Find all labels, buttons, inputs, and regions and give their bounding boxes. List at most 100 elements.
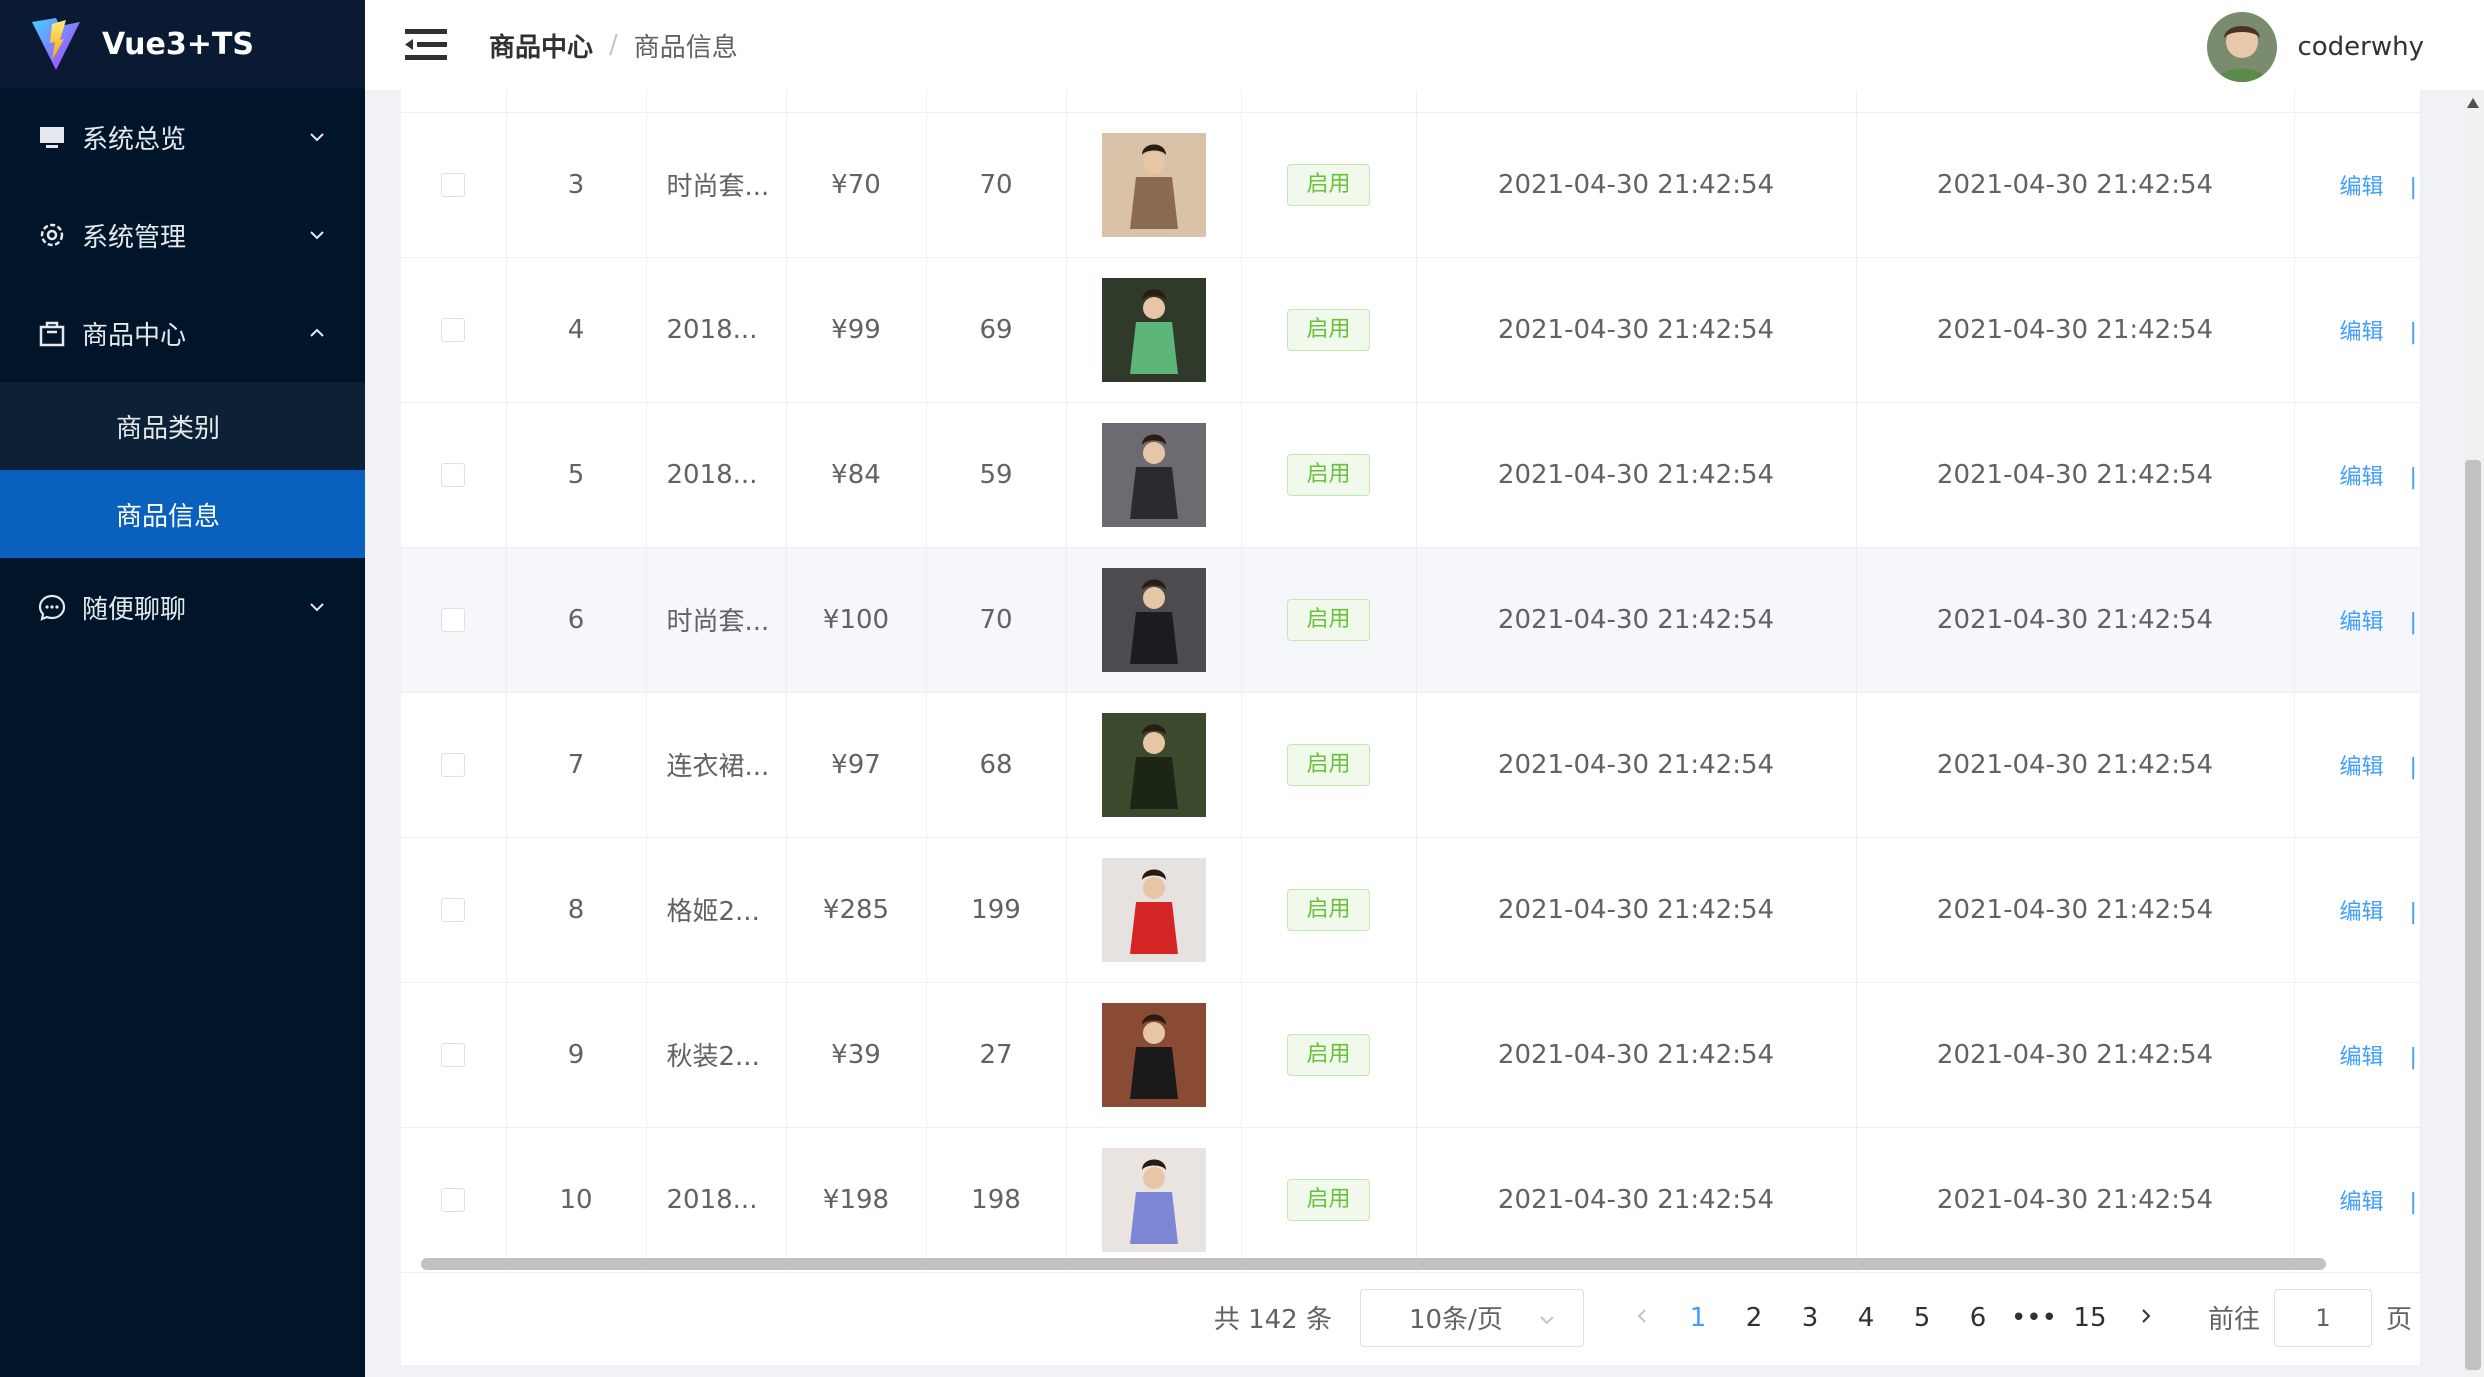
- goto-page-input[interactable]: [2273, 1288, 2372, 1347]
- table-row[interactable]: 8 格姬2... ¥285 199 启用 2021-04-30 21:42:54…: [401, 837, 2421, 983]
- status-cell: 启用: [1241, 402, 1417, 548]
- more-pages-ellipsis[interactable]: •••: [2006, 1303, 2062, 1333]
- page-button-last[interactable]: 15: [2062, 1303, 2118, 1333]
- delete-link-clipped[interactable]: |: [2410, 465, 2417, 490]
- table-row[interactable]: 9 秋装2... ¥39 27 启用 2021-04-30 21:42:54 2…: [401, 982, 2421, 1128]
- page-button-6[interactable]: 6: [1950, 1303, 2006, 1333]
- table-row[interactable]: 5 2018... ¥84 59 启用 2021-04-30 21:42:54 …: [401, 402, 2421, 548]
- user-info[interactable]: coderwhy: [2207, 12, 2424, 82]
- menu-fold-icon[interactable]: [405, 27, 447, 63]
- scrollbar-thumb[interactable]: [2465, 460, 2481, 1370]
- page-button-1[interactable]: 1: [1670, 1303, 1726, 1333]
- row-checkbox[interactable]: [441, 317, 466, 342]
- name-cell: 秋装2...: [646, 982, 787, 1128]
- edit-link[interactable]: 编辑: [2340, 1045, 2384, 1070]
- actions-cell: 编辑 |: [2294, 112, 2421, 258]
- shopping-bag-icon: [39, 321, 65, 347]
- chevron-down-icon: [310, 231, 324, 240]
- image-cell: [1066, 112, 1242, 258]
- name-cell: 时尚套...: [646, 547, 787, 693]
- delete-link-clipped[interactable]: |: [2410, 610, 2417, 635]
- status-badge: 启用: [1287, 598, 1370, 641]
- status-badge: 启用: [1287, 1033, 1370, 1076]
- edit-link[interactable]: 编辑: [2340, 610, 2384, 635]
- menu-item-chat[interactable]: 随便聊聊: [0, 558, 365, 656]
- product-thumbnail-icon[interactable]: [1101, 422, 1206, 527]
- row-checkbox[interactable]: [441, 1187, 466, 1212]
- row-checkbox[interactable]: [441, 897, 466, 922]
- table-row[interactable]: 3 时尚套... ¥70 70 启用 2021-04-30 21:42:54 2…: [401, 112, 2421, 258]
- product-thumbnail-icon[interactable]: [1101, 1147, 1206, 1252]
- updated-at-cell: 2021-04-30 21:42:54: [1856, 112, 2295, 258]
- menu-item-overview[interactable]: 系统总览: [0, 88, 365, 186]
- goto-suffix: 页: [2385, 1305, 2412, 1335]
- breadcrumb-item-product-center[interactable]: 商品中心: [489, 27, 593, 64]
- horizontal-scrollbar[interactable]: [421, 1258, 2326, 1270]
- name-cell: 格姬2...: [646, 837, 787, 983]
- table-row[interactable]: 6 时尚套... ¥100 70 启用 2021-04-30 21:42:54 …: [401, 547, 2421, 693]
- page-button-4[interactable]: 4: [1838, 1303, 1894, 1333]
- sub-menu-label: 商品类别: [116, 413, 221, 444]
- username: coderwhy: [2297, 32, 2424, 62]
- menu-item-label: 商品中心: [82, 320, 187, 351]
- delete-link-clipped[interactable]: |: [2410, 175, 2417, 200]
- next-page-button[interactable]: [2118, 1303, 2174, 1333]
- product-thumbnail-icon[interactable]: [1101, 567, 1206, 672]
- price-cell: ¥99: [786, 257, 927, 403]
- delete-link-clipped[interactable]: |: [2410, 755, 2417, 780]
- avatar[interactable]: [2207, 12, 2278, 82]
- breadcrumb-separator: /: [609, 30, 618, 60]
- row-checkbox[interactable]: [441, 607, 466, 632]
- delete-link-clipped[interactable]: |: [2410, 1190, 2417, 1215]
- created-at-cell: 2021-04-30 21:42:54: [1416, 257, 1857, 403]
- edit-link[interactable]: 编辑: [2340, 465, 2384, 490]
- row-select-cell: [401, 982, 507, 1128]
- index-cell: 6: [506, 547, 647, 693]
- actions-cell: 编辑 |: [2294, 692, 2421, 838]
- pagination: 共 142 条 10条/页 1 2 3 4 5 6 ••• 15 前往 1 页: [401, 1270, 2420, 1365]
- page-button-3[interactable]: 3: [1782, 1303, 1838, 1333]
- row-checkbox[interactable]: [441, 1042, 466, 1067]
- row-checkbox[interactable]: [441, 462, 466, 487]
- updated-at-cell: 2021-04-30 21:42:54: [1856, 1127, 2295, 1273]
- delete-link-clipped[interactable]: |: [2410, 320, 2417, 345]
- price-cell: ¥285: [786, 837, 927, 983]
- product-thumbnail-icon[interactable]: [1101, 277, 1206, 382]
- row-checkbox[interactable]: [441, 752, 466, 777]
- table-row[interactable]: 4 2018... ¥99 69 启用 2021-04-30 21:42:54 …: [401, 257, 2421, 403]
- menu-item-system[interactable]: 系统管理: [0, 186, 365, 284]
- chat-icon: [38, 594, 66, 621]
- edit-link[interactable]: 编辑: [2340, 1190, 2384, 1215]
- table-row[interactable]: 10 2018... ¥198 198 启用 2021-04-30 21:42:…: [401, 1127, 2421, 1273]
- edit-link[interactable]: 编辑: [2340, 320, 2384, 345]
- edit-link[interactable]: 编辑: [2340, 755, 2384, 780]
- vertical-scrollbar[interactable]: [2462, 90, 2484, 1377]
- product-thumbnail-icon[interactable]: [1101, 857, 1206, 962]
- page-button-5[interactable]: 5: [1894, 1303, 1950, 1333]
- prev-page-button[interactable]: [1614, 1303, 1670, 1333]
- edit-link[interactable]: 编辑: [2340, 175, 2384, 200]
- edit-link[interactable]: 编辑: [2340, 900, 2384, 925]
- breadcrumb-item-goods: 商品信息: [633, 32, 738, 63]
- product-thumbnail-icon[interactable]: [1101, 132, 1206, 237]
- product-thumbnail-icon[interactable]: [1101, 712, 1206, 817]
- name-cell: 2018...: [646, 257, 787, 403]
- table-row[interactable]: 7 连衣裙... ¥97 68 启用 2021-04-30 21:42:54 2…: [401, 692, 2421, 838]
- row-checkbox[interactable]: [441, 172, 466, 197]
- menu-item-product-center[interactable]: 商品中心: [0, 284, 365, 382]
- updated-at-cell: 2021-04-30 21:42:54: [1856, 257, 2295, 403]
- goods-table-card: 3 时尚套... ¥70 70 启用 2021-04-30 21:42:54 2…: [401, 90, 2421, 1365]
- vite-logo-icon: [32, 18, 80, 70]
- scroll-up-arrow-icon[interactable]: [2467, 98, 2479, 108]
- page-size-select[interactable]: 10条/页: [1359, 1288, 1584, 1347]
- logo[interactable]: Vue3+TS: [0, 0, 365, 88]
- product-thumbnail-icon[interactable]: [1101, 1002, 1206, 1107]
- delete-link-clipped[interactable]: |: [2410, 900, 2417, 925]
- delete-link-clipped[interactable]: |: [2410, 1045, 2417, 1070]
- row-select-cell: [401, 692, 507, 838]
- actions-cell: 编辑 |: [2294, 257, 2421, 403]
- page-button-2[interactable]: 2: [1726, 1303, 1782, 1333]
- created-at-cell: 2021-04-30 21:42:54: [1416, 112, 1857, 258]
- sub-menu-item-category[interactable]: 商品类别: [0, 382, 365, 470]
- sub-menu-item-goods[interactable]: 商品信息: [0, 470, 365, 558]
